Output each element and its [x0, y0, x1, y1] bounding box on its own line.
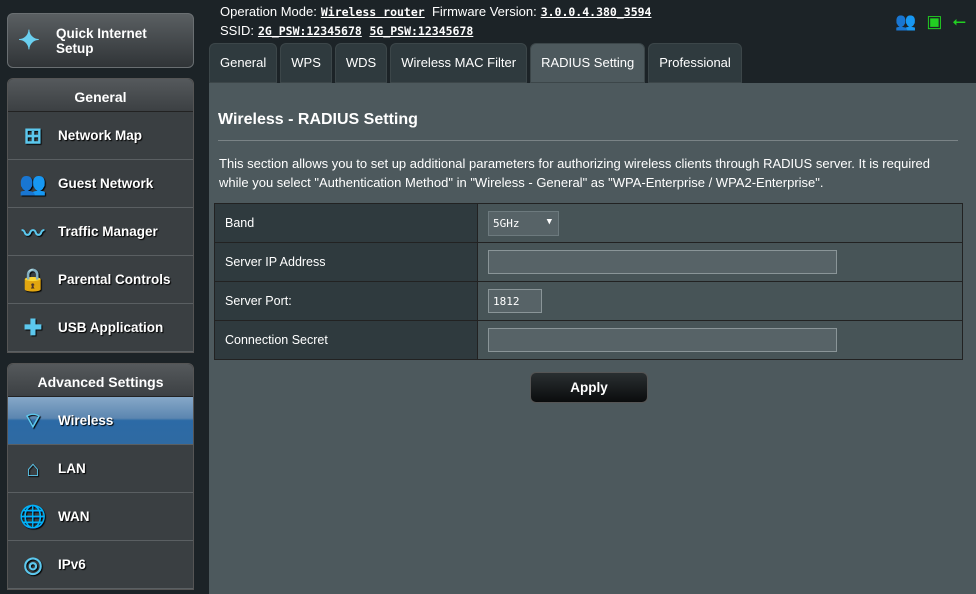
tab-wds[interactable]: WDS — [334, 43, 388, 83]
firmware-link[interactable]: 3.0.0.4.380_3594 — [541, 5, 652, 19]
advanced-menu: Advanced Settings ⌔ Wireless ⌂ LAN 🌐 WAN ◎ I… — [7, 363, 194, 590]
sidebar-item-guest-network[interactable]: 👥 Guest Network — [8, 160, 193, 208]
tab-wps[interactable]: WPS — [280, 43, 332, 83]
sidebar-item-ipv6[interactable]: ◎ IPv6 — [8, 541, 193, 589]
table-row: Band 5GHz ▼ — [214, 203, 963, 243]
operation-mode-link[interactable]: Wireless router — [321, 5, 425, 19]
sidebar-item-usb-application[interactable]: ✚ USB Application — [8, 304, 193, 352]
chevron-down-icon: ▼ — [546, 216, 552, 227]
table-row: Connection Secret — [214, 320, 963, 360]
connection-secret-input[interactable] — [488, 328, 837, 352]
table-row: Server IP Address — [214, 242, 963, 282]
table-row: Server Port: — [214, 281, 963, 321]
magic-wand-icon: ✦ — [18, 25, 40, 55]
band-select[interactable]: 5GHz ▼ — [488, 210, 559, 236]
ssid-5g-link[interactable]: 5G_PSW:12345678 — [369, 24, 473, 38]
sidebar-item-traffic-manager[interactable]: 〰 Traffic Manager — [8, 208, 193, 256]
server-ip-label: Server IP Address — [214, 242, 478, 282]
lock-icon: 🔒 — [19, 266, 47, 292]
tab-wireless-mac-filter[interactable]: Wireless MAC Filter — [390, 43, 528, 83]
traffic-manager-icon: 〰 — [21, 220, 44, 246]
quick-internet-setup-button[interactable]: ✦ Quick Internet Setup — [7, 13, 194, 68]
page-title: Wireless - RADIUS Setting — [218, 111, 418, 128]
tab-general[interactable]: General — [209, 43, 278, 83]
puzzle-icon: ✚ — [23, 314, 43, 340]
clients-icon[interactable]: 👥 — [895, 12, 916, 32]
sidebar-item-parental-controls[interactable]: 🔒 Parental Controls — [8, 256, 193, 304]
radius-settings-table: Band 5GHz ▼ Server IP Address Server Port… — [214, 203, 963, 360]
ssid-info: SSID: 2G_PSW:12345678 5G_PSW:12345678 — [220, 23, 474, 38]
ssid-2g-link[interactable]: 2G_PSW:12345678 — [258, 24, 362, 38]
server-ip-input[interactable] — [488, 250, 837, 274]
sidebar-item-lan[interactable]: ⌂ LAN — [8, 445, 193, 493]
divider — [218, 140, 958, 141]
server-port-input[interactable] — [488, 289, 542, 313]
tab-bar: General WPS WDS Wireless MAC Filter RADI… — [209, 43, 742, 83]
guest-network-icon: 👥 — [19, 170, 47, 196]
operation-info: Operation Mode: Wireless router Firmware … — [220, 4, 652, 19]
network-status-icon[interactable]: ▣ — [926, 12, 942, 32]
connection-secret-label: Connection Secret — [214, 320, 478, 360]
sidebar-item-wireless[interactable]: ⌔ Wireless — [8, 397, 193, 445]
content-panel: Wireless - RADIUS Setting This section a… — [209, 83, 976, 594]
sidebar-item-network-map[interactable]: ⊞ Network Map — [8, 112, 193, 160]
general-menu: General ⊞ Network Map 👥 Guest Network 〰 Tra… — [7, 78, 194, 353]
usb-icon[interactable]: ⭠ — [952, 12, 966, 32]
band-label: Band — [214, 203, 478, 243]
globe-icon: 🌐 — [19, 503, 47, 529]
network-map-icon: ⊞ — [23, 122, 43, 148]
wifi-icon: ⌔ — [22, 407, 44, 433]
ipv6-icon: ◎ — [23, 551, 43, 577]
server-port-label: Server Port: — [214, 281, 478, 321]
tab-radius-setting[interactable]: RADIUS Setting — [530, 43, 646, 83]
page-description: This section allows you to set up additi… — [219, 156, 930, 190]
general-heading: General — [8, 79, 193, 112]
advanced-heading: Advanced Settings — [8, 364, 193, 397]
tab-professional[interactable]: Professional — [648, 43, 742, 83]
sidebar-item-wan[interactable]: 🌐 WAN — [8, 493, 193, 541]
apply-button[interactable]: Apply — [530, 372, 648, 403]
home-icon: ⌂ — [26, 455, 40, 481]
status-icons: 👥 ▣ ⭠ — [895, 12, 966, 32]
